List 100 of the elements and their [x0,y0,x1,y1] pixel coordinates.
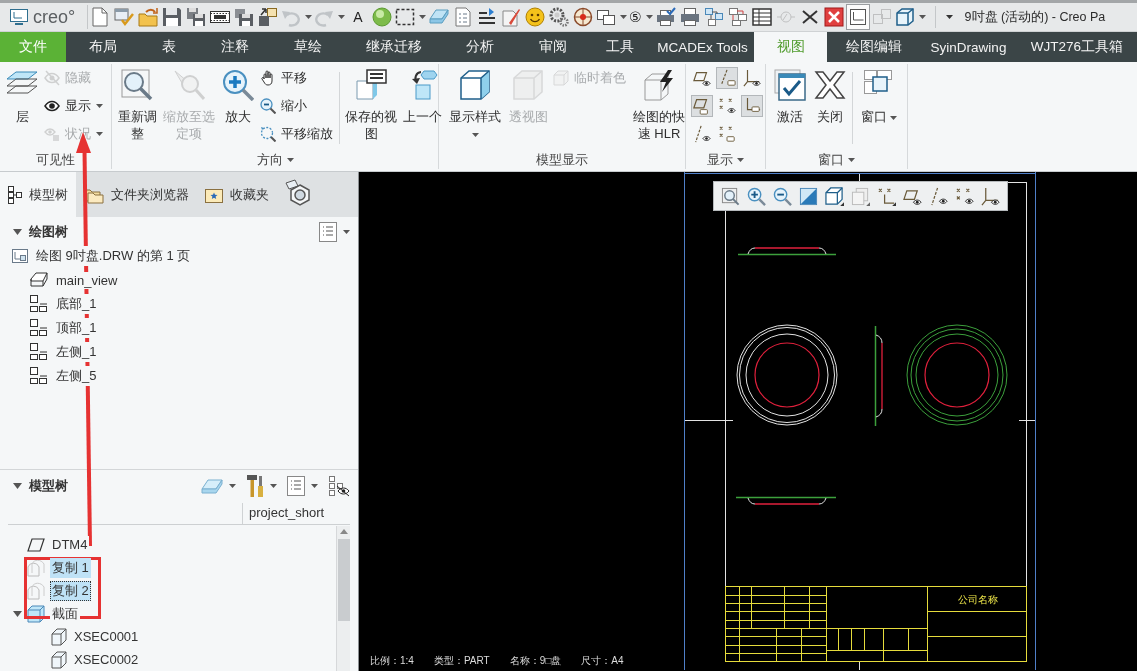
ribbon-tab[interactable]: 布局 [66,32,139,62]
ribbon-button[interactable]: 层 [4,64,40,125]
ribbon-button[interactable]: 激活 [772,64,808,125]
ribbon-tab[interactable]: 草绘 [271,32,344,62]
toggle-button[interactable] [741,67,763,89]
zoom-in-icon [747,186,766,206]
table-icon [751,7,772,27]
tree-filter-button[interactable] [328,475,350,497]
tree-item[interactable]: 左侧_1 [54,342,99,362]
window-stack-icon [596,7,616,27]
status-text: 类型：PART [433,654,490,668]
ribbon-tab[interactable]: 注释 [199,32,271,62]
logo-text: creo° [33,6,76,28]
ribbon-button[interactable]: 缩小 [260,92,335,120]
ribbon-button[interactable]: 显示 [44,92,105,120]
tree-item[interactable]: main_view [54,271,120,289]
collapse-triangle-icon[interactable] [13,229,22,235]
caret-icon [311,484,318,488]
toolbar-button[interactable] [821,4,846,30]
tree-item[interactable]: 左侧_5 [54,366,99,386]
list-icon [287,476,305,496]
status-text: 名称：9□盘 [509,654,562,668]
ribbon-button[interactable]: 平移缩放 [260,120,335,148]
points-eye-icon [955,186,974,206]
collapse-triangle-icon[interactable] [13,483,22,489]
caret-icon [848,157,855,162]
ribbon-tab[interactable]: 继承迁移 [344,32,443,62]
group-menu-button[interactable]: 显示 [705,150,746,169]
ribbon-tab[interactable]: MCADEx Tools [651,32,754,62]
magnifier-frame-icon [121,69,153,101]
list-icon [319,222,337,242]
cube-outline-icon [51,627,67,646]
toolbar-button[interactable] [746,185,767,207]
tree-options-button[interactable] [287,476,318,496]
ribbon-tab[interactable]: 分析 [443,32,516,62]
ribbon-tab[interactable]: WJT276工具箱 [1017,32,1137,62]
cube-icon [512,69,544,101]
gears-icon [549,7,569,27]
ribbon-button[interactable]: 放大 [220,64,256,125]
tree-item[interactable]: 复制 1 [50,557,91,578]
panel-tab[interactable]: 收藏夹 [197,172,277,217]
hand-icon [260,70,276,86]
axis-eye-icon [929,186,948,206]
dashed-square-icon [395,7,415,27]
filter-button[interactable] [201,478,236,494]
toolbar-button[interactable]: ⑤ [628,4,654,30]
tree-options-button[interactable] [319,222,350,242]
toggle-button[interactable] [741,95,763,117]
group-menu-button[interactable]: 窗口 [816,150,857,169]
scrollbar-track[interactable] [336,526,350,671]
ribbon-button[interactable]: 平移 [260,64,335,92]
scroll-up-icon[interactable] [339,529,348,534]
toggle-button[interactable] [716,67,738,89]
half-filled-square-icon [799,186,818,206]
linked-squares-icon [871,7,892,27]
tree-item[interactable]: 顶部_1 [54,318,99,338]
tree-item[interactable]: 绘图 9吋盘.DRW 的第 1 页 [34,246,193,266]
ribbon-tab[interactable]: 表 [139,32,199,62]
eye-icon [44,98,60,114]
caret-icon [343,230,350,234]
caret-icon [918,15,926,19]
group-label: 模型显示 [536,150,588,169]
ribbon-button[interactable]: 窗口 [857,64,901,125]
caret-icon [229,484,236,488]
logo-icon [10,9,28,25]
ribbon-button[interactable]: 保存的视图 [344,64,398,142]
panel-tab[interactable]: 文件夹浏览器 [76,172,197,217]
group-menu-button[interactable]: 方向 [254,150,296,169]
eye-square-icon [44,126,60,142]
toolbar-button[interactable] [980,185,1001,207]
arch-outline-icon [27,581,45,600]
toolbar-button[interactable] [845,4,870,30]
panel-tab[interactable]: 模型树 [0,172,76,217]
toggle-button[interactable] [691,95,713,117]
tree-item[interactable]: 复制 2 [50,580,91,601]
box-outline-icon [30,272,48,288]
ribbon-tab[interactable]: 工具 [589,32,651,62]
tools-button[interactable] [246,474,277,498]
collapse-triangle-icon[interactable] [12,610,22,617]
stacked-save-icon [234,7,254,27]
linked-boxes-icon [703,7,724,27]
scrollbar-thumb[interactable] [337,539,350,621]
cube-card-icon [355,69,387,101]
toolbar-button[interactable] [824,185,845,207]
section-title: 模型树 [29,477,68,495]
toolbar-button[interactable] [523,4,547,30]
document-list-icon [453,7,473,27]
ribbon-button[interactable]: 上一个 [402,64,442,125]
toolbar-button[interactable]: A [346,4,370,30]
cube-icon [825,186,844,206]
ribbon-button[interactable]: 绘图的快速 HLR [632,64,686,142]
hammer-screwdriver-icon [246,474,264,498]
ribbon-button[interactable]: 重新调整 [116,64,158,142]
ribbon-tab[interactable]: 审阅 [516,32,589,62]
tree-item[interactable]: 底部_1 [54,294,99,314]
caret-icon [737,157,744,162]
ribbon-tab[interactable]: SyinDrawing [920,32,1017,62]
ribbon-button[interactable]: 显示样式 [447,64,503,142]
ribbon-button[interactable]: 关闭 [812,64,848,125]
ribbon-tab[interactable]: 绘图编辑 [827,32,920,62]
